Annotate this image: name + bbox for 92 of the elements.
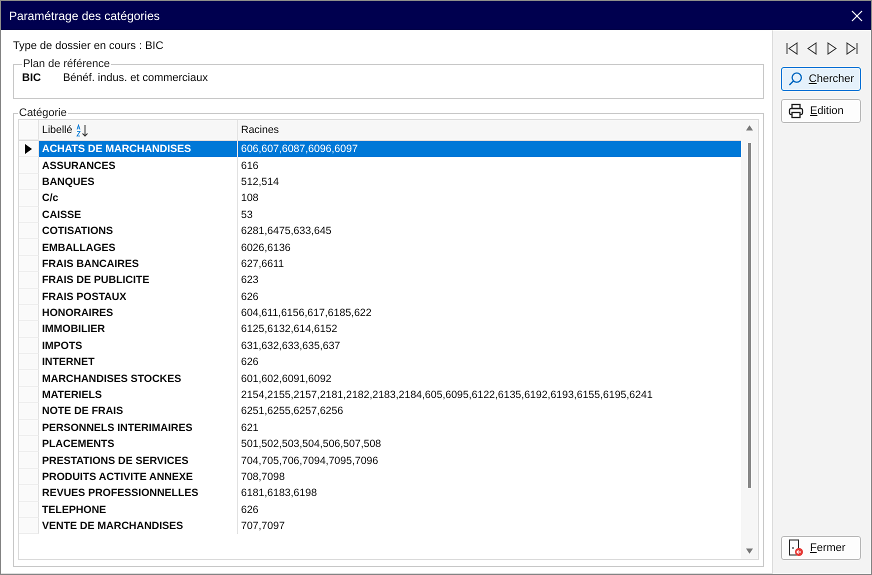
table-cell[interactable]: 512,514 [238, 174, 741, 190]
window-title: Paramétrage des catégories [9, 8, 160, 22]
row-header-cell[interactable] [19, 436, 39, 452]
table-cell[interactable]: PERSONNELS INTERIMAIRES [39, 420, 238, 436]
row-header-cell[interactable] [19, 468, 39, 486]
table-cell[interactable]: REVUES PROFESSIONNELLES [39, 485, 238, 502]
print-button[interactable]: Edition [781, 99, 861, 123]
row-header-cell[interactable] [19, 222, 39, 240]
table-cell[interactable]: 606,607,6087,6096,6097 [238, 141, 741, 158]
table-cell[interactable]: 6125,6132,614,6152 [238, 321, 741, 338]
table-cell[interactable]: FRAIS BANCAIRES [39, 256, 238, 272]
row-header-cell[interactable] [19, 288, 39, 305]
table-cell[interactable]: 616 [238, 157, 741, 174]
table-cell[interactable]: FRAIS POSTAUX [39, 288, 238, 305]
printer-icon [788, 103, 804, 119]
row-header-cell[interactable] [19, 452, 39, 469]
row-header-cell[interactable] [19, 338, 39, 354]
previous-record-icon[interactable] [805, 42, 818, 55]
first-record-icon[interactable] [785, 42, 798, 55]
table-cell[interactable]: IMMOBILIER [39, 321, 238, 338]
table-cell[interactable]: 631,632,633,635,637 [238, 338, 741, 354]
row-header-cell[interactable] [19, 321, 39, 338]
table-cell[interactable]: COTISATIONS [39, 222, 238, 240]
row-header-cell[interactable] [19, 370, 39, 387]
row-header-cell[interactable] [19, 518, 39, 534]
table-cell[interactable]: 6181,6183,6198 [238, 485, 741, 502]
table-cell[interactable]: 6251,6255,6257,6256 [238, 403, 741, 420]
vertical-scrollbar[interactable] [741, 120, 758, 559]
table-cell[interactable]: MATERIELS [39, 386, 238, 404]
table-cell[interactable]: EMBALLAGES [39, 239, 238, 256]
table-cell[interactable]: PRODUITS ACTIVITE ANNEXE [39, 468, 238, 486]
table-cell[interactable]: 707,7097 [238, 518, 741, 534]
close-icon[interactable] [851, 10, 863, 22]
table-cell[interactable]: FRAIS DE PUBLICITE [39, 272, 238, 289]
table-cell[interactable]: VENTE DE MARCHANDISES [39, 518, 238, 534]
row-header-cell[interactable] [19, 420, 39, 436]
row-header-cell[interactable] [19, 239, 39, 256]
row-header-cell[interactable] [19, 485, 39, 502]
table-cell[interactable]: MARCHANDISES STOCKES [39, 370, 238, 387]
table-cell[interactable]: 6026,6136 [238, 239, 741, 256]
table-cell[interactable]: 501,502,503,504,506,507,508 [238, 436, 741, 452]
group-legend: Plan de référence [22, 58, 111, 70]
search-button[interactable]: Chercher [781, 67, 861, 91]
group-legend: Catégorie [18, 107, 68, 119]
table-cell[interactable]: HONORAIRES [39, 304, 238, 322]
plan-code: BIC [22, 72, 41, 84]
table-cell[interactable]: 604,611,6156,617,6185,622 [238, 304, 741, 322]
row-header-cell[interactable] [19, 403, 39, 420]
row-header-cell[interactable] [19, 386, 39, 404]
column-header[interactable]: Racines [238, 120, 741, 140]
table-cell[interactable]: ACHATS DE MARCHANDISES [39, 141, 238, 158]
table-cell[interactable]: 53 [238, 206, 741, 223]
table-cell[interactable]: NOTE DE FRAIS [39, 403, 238, 420]
row-header-cell[interactable] [19, 304, 39, 322]
table-cell[interactable]: 626 [238, 288, 741, 305]
row-header-cell[interactable] [19, 174, 39, 190]
table-cell[interactable]: C/c [39, 190, 238, 207]
row-header-cell[interactable] [19, 190, 39, 207]
table-cell[interactable]: 601,602,6091,6092 [238, 370, 741, 387]
table-cell[interactable]: BANQUES [39, 174, 238, 190]
table-cell[interactable]: TELEPHONE [39, 502, 238, 518]
table-cell[interactable]: 626 [238, 354, 741, 370]
table-cell[interactable]: 627,6611 [238, 256, 741, 272]
table-cell[interactable]: 108 [238, 190, 741, 207]
table-cell[interactable]: IMPOTS [39, 338, 238, 354]
row-header-cell[interactable] [19, 206, 39, 223]
row-header-cell[interactable] [19, 354, 39, 370]
exit-door-icon [788, 539, 804, 557]
table-cell[interactable]: 2154,2155,2157,2181,2182,2183,2184,605,6095,6122,6135,6192,6193,6155,6195,6241 [238, 386, 741, 404]
table-cell[interactable]: INTERNET [39, 354, 238, 370]
row-header-cell[interactable] [19, 141, 39, 158]
table-cell[interactable]: PRESTATIONS DE SERVICES [39, 452, 238, 469]
table-cell[interactable]: 623 [238, 272, 741, 289]
next-record-icon[interactable] [826, 42, 839, 55]
column-header[interactable]: Libellé [39, 120, 238, 140]
table-cell[interactable]: 708,7098 [238, 468, 741, 486]
dossier-type-label: Type de dossier en cours : BIC [13, 40, 164, 52]
row-header-cell[interactable] [19, 502, 39, 518]
search-icon [788, 71, 803, 87]
row-header-cell[interactable] [19, 157, 39, 174]
table-cell[interactable]: 621 [238, 420, 741, 436]
plan-label: Bénéf. indus. et commerciaux [62, 72, 208, 84]
row-header-cell[interactable] [19, 272, 39, 289]
table-cell[interactable]: PLACEMENTS [39, 436, 238, 452]
table-cell[interactable]: 6281,6475,633,645 [238, 222, 741, 240]
table-cell[interactable]: 626 [238, 502, 741, 518]
table-cell[interactable]: CAISSE [39, 206, 238, 223]
close-button[interactable]: Fermer [781, 536, 861, 560]
table-cell[interactable]: 704,705,706,7094,7095,7096 [238, 452, 741, 469]
table-cell[interactable]: ASSURANCES [39, 157, 238, 174]
last-record-icon[interactable] [846, 42, 859, 55]
row-header-cell[interactable] [19, 256, 39, 272]
